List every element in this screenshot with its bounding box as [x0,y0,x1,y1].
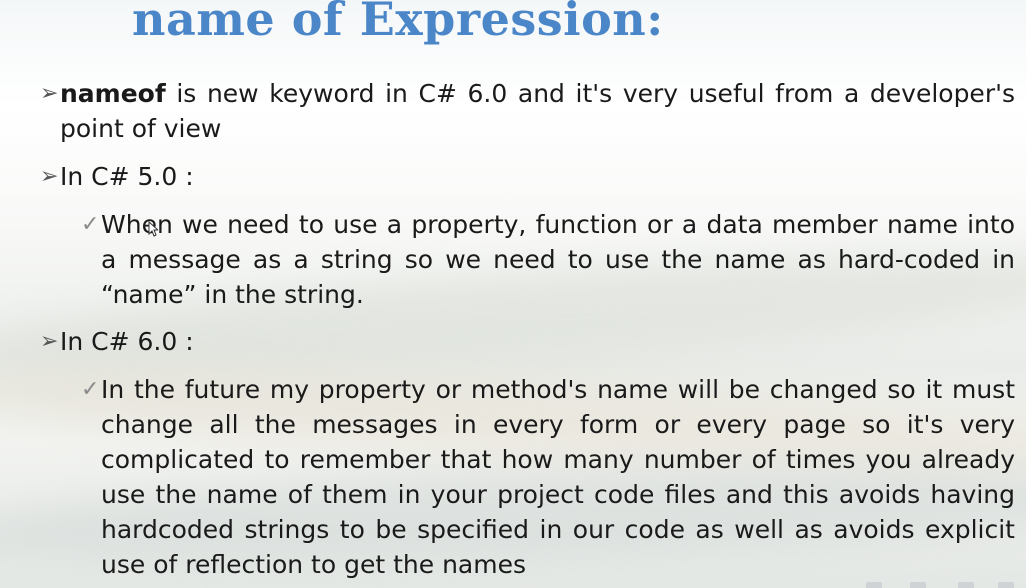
bullet-text: In C# 5.0 : [60,162,194,191]
slide: name of Expression: ➢ nameof is new keywo… [0,0,1026,588]
sub-bullet-csharp6: ✓ In the future my property or method's n… [81,372,1015,582]
sub-bullet-text: In the future my property or method's na… [101,375,1015,579]
bullet-text: is new keyword in C# 6.0 and it's very u… [60,79,1015,143]
player-control[interactable] [866,582,882,588]
bullet-csharp5: ➢ In C# 5.0 : [40,159,1015,194]
arrowhead-bullet-icon: ➢ [40,81,59,106]
checkmark-bullet-icon: ✓ [81,212,100,237]
slide-body: ➢ nameof is new keyword in C# 6.0 and it'… [40,76,1015,582]
bullet-nameof: ➢ nameof is new keyword in C# 6.0 and it'… [40,76,1015,146]
slide-title: name of Expression: [132,0,664,46]
bullet-text: In C# 6.0 : [60,327,194,356]
keyword-nameof: nameof [60,79,166,108]
sub-bullet-csharp5: ✓ When we need to use a property, functio… [81,207,1015,312]
arrowhead-bullet-icon: ➢ [40,329,59,354]
player-control[interactable] [910,582,926,588]
arrowhead-bullet-icon: ➢ [40,164,59,189]
player-control[interactable] [998,582,1014,588]
mouse-cursor-icon [148,221,158,237]
sub-bullet-text: When we need to use a property, function… [101,210,1015,309]
checkmark-bullet-icon: ✓ [81,377,100,402]
player-control[interactable] [958,582,974,588]
bullet-csharp6: ➢ In C# 6.0 : [40,324,1015,359]
